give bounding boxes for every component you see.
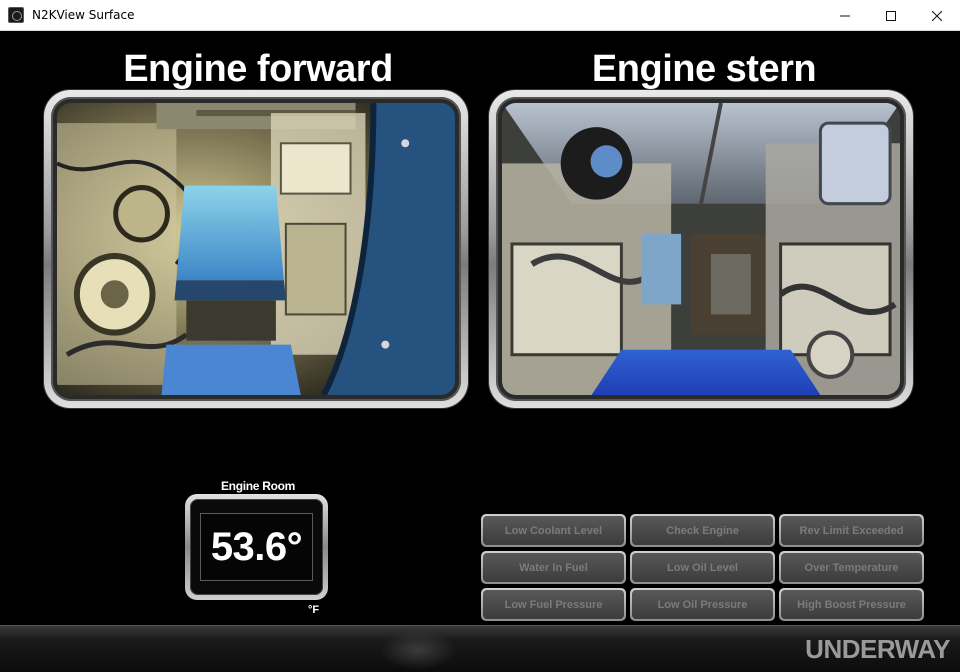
alarm-over-temperature[interactable]: Over Temperature xyxy=(779,551,924,584)
alarm-label: Water In Fuel xyxy=(483,553,624,582)
camera-stern-title: Engine stern xyxy=(591,48,817,90)
close-icon xyxy=(932,10,942,21)
camera-stern-feed[interactable] xyxy=(502,103,900,395)
alarm-label: Over Temperature xyxy=(781,553,922,582)
minimize-button[interactable] xyxy=(822,0,868,31)
camera-forward-image xyxy=(57,103,455,395)
alarm-low-oil-level[interactable]: Low Oil Level xyxy=(630,551,775,584)
alarm-label: Low Coolant Level xyxy=(483,516,624,545)
alarm-label: Check Engine xyxy=(632,516,773,545)
camera-forward-bezel xyxy=(51,97,461,401)
camera-forward-feed[interactable] xyxy=(57,103,455,395)
alarm-label: Low Fuel Pressure xyxy=(483,590,624,619)
app-icon xyxy=(8,7,24,23)
temperature-value: 53.6° xyxy=(200,513,313,581)
alarm-low-oil-pressure[interactable]: Low Oil Pressure xyxy=(630,588,775,621)
window-controls xyxy=(822,0,960,31)
camera-forward-frame[interactable] xyxy=(44,90,468,408)
maximize-icon xyxy=(886,10,896,21)
alarm-label: Low Oil Pressure xyxy=(632,590,773,619)
alarm-label: High Boost Pressure xyxy=(781,590,922,619)
close-button[interactable] xyxy=(914,0,960,31)
alarm-low-coolant-level[interactable]: Low Coolant Level xyxy=(481,514,626,547)
alarm-rev-limit-exceeded[interactable]: Rev Limit Exceeded xyxy=(779,514,924,547)
alarm-high-boost-pressure[interactable]: High Boost Pressure xyxy=(779,588,924,621)
alarm-check-engine[interactable]: Check Engine xyxy=(630,514,775,547)
window-title: N2KView Surface xyxy=(32,8,135,22)
alarm-water-in-fuel[interactable]: Water In Fuel xyxy=(481,551,626,584)
window-titlebar[interactable]: N2KView Surface xyxy=(0,0,960,31)
alarm-label: Low Oil Level xyxy=(632,553,773,582)
camera-stern-bezel xyxy=(496,97,906,401)
camera-forward-title: Engine forward xyxy=(123,48,393,90)
minimize-icon xyxy=(840,15,850,16)
vessel-mode-status[interactable]: UNDERWAY xyxy=(805,634,950,665)
maximize-button[interactable] xyxy=(868,0,914,31)
temperature-gauge[interactable]: 53.6° xyxy=(185,494,328,600)
alarm-panel: Low Coolant Level Check Engine Rev Limit… xyxy=(481,514,924,622)
camera-stern-frame[interactable] xyxy=(489,90,913,408)
alarm-low-fuel-pressure[interactable]: Low Fuel Pressure xyxy=(481,588,626,621)
camera-stern-image xyxy=(502,103,900,395)
alarm-label: Rev Limit Exceeded xyxy=(781,516,922,545)
temperature-bezel: 53.6° xyxy=(190,499,323,595)
temperature-unit: °F xyxy=(308,604,320,616)
status-bar-highlight xyxy=(380,630,456,670)
status-bar: UNDERWAY xyxy=(0,625,960,672)
